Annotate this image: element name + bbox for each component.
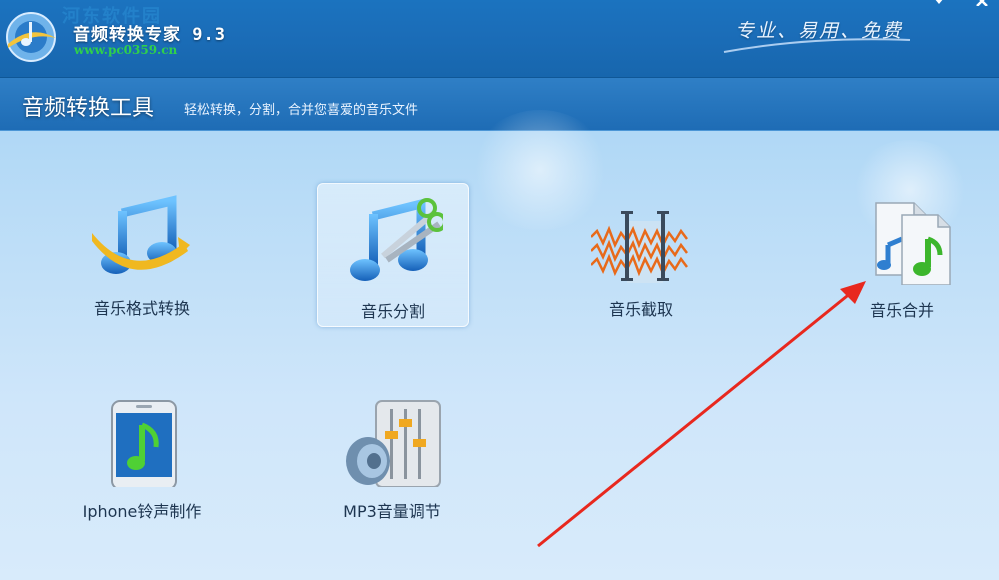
- app-logo-icon: [6, 12, 56, 62]
- app-title: 音频转换专家 9.3: [73, 25, 226, 45]
- close-icon[interactable]: [975, 0, 989, 6]
- tool-iphone-ringtone[interactable]: Iphone铃声制作: [67, 385, 217, 527]
- music-cut-icon: [591, 211, 688, 283]
- music-split-icon: [350, 198, 443, 281]
- music-format-convert-icon: [92, 195, 190, 274]
- banner-title: 音频转换工具: [22, 96, 155, 121]
- tool-label: 音乐合并: [869, 301, 934, 320]
- mp3-volume-icon: [346, 400, 441, 487]
- tool-label: Iphone铃声制作: [82, 502, 202, 521]
- tool-label: 音乐截取: [608, 300, 673, 319]
- tool-label: 音乐分割: [360, 302, 425, 321]
- tool-mp3-volume[interactable]: MP3音量调节: [317, 385, 467, 527]
- slogan-swoosh-decoration: [723, 38, 911, 53]
- tool-music-merge[interactable]: 音乐合并: [827, 183, 977, 325]
- tool-label: 音乐格式转换: [93, 299, 190, 318]
- tool-music-split[interactable]: 音乐分割: [317, 183, 469, 327]
- tool-music-format-convert[interactable]: 音乐格式转换: [67, 183, 217, 325]
- music-merge-icon: [875, 202, 951, 285]
- tool-music-cut[interactable]: 音乐截取: [566, 183, 716, 325]
- iphone-ringtone-icon: [111, 400, 177, 487]
- banner-subtitle: 轻松转换，分割，合并您喜爱的音乐文件: [184, 103, 419, 118]
- title-bar: 河东软件园 音频转换专家 9.3 www.pc0359.cn 专业、易用、免费: [0, 0, 999, 78]
- minimize-icon[interactable]: [932, 0, 946, 6]
- tool-label: MP3音量调节: [343, 502, 441, 521]
- site-url: www.pc0359.cn: [74, 43, 178, 57]
